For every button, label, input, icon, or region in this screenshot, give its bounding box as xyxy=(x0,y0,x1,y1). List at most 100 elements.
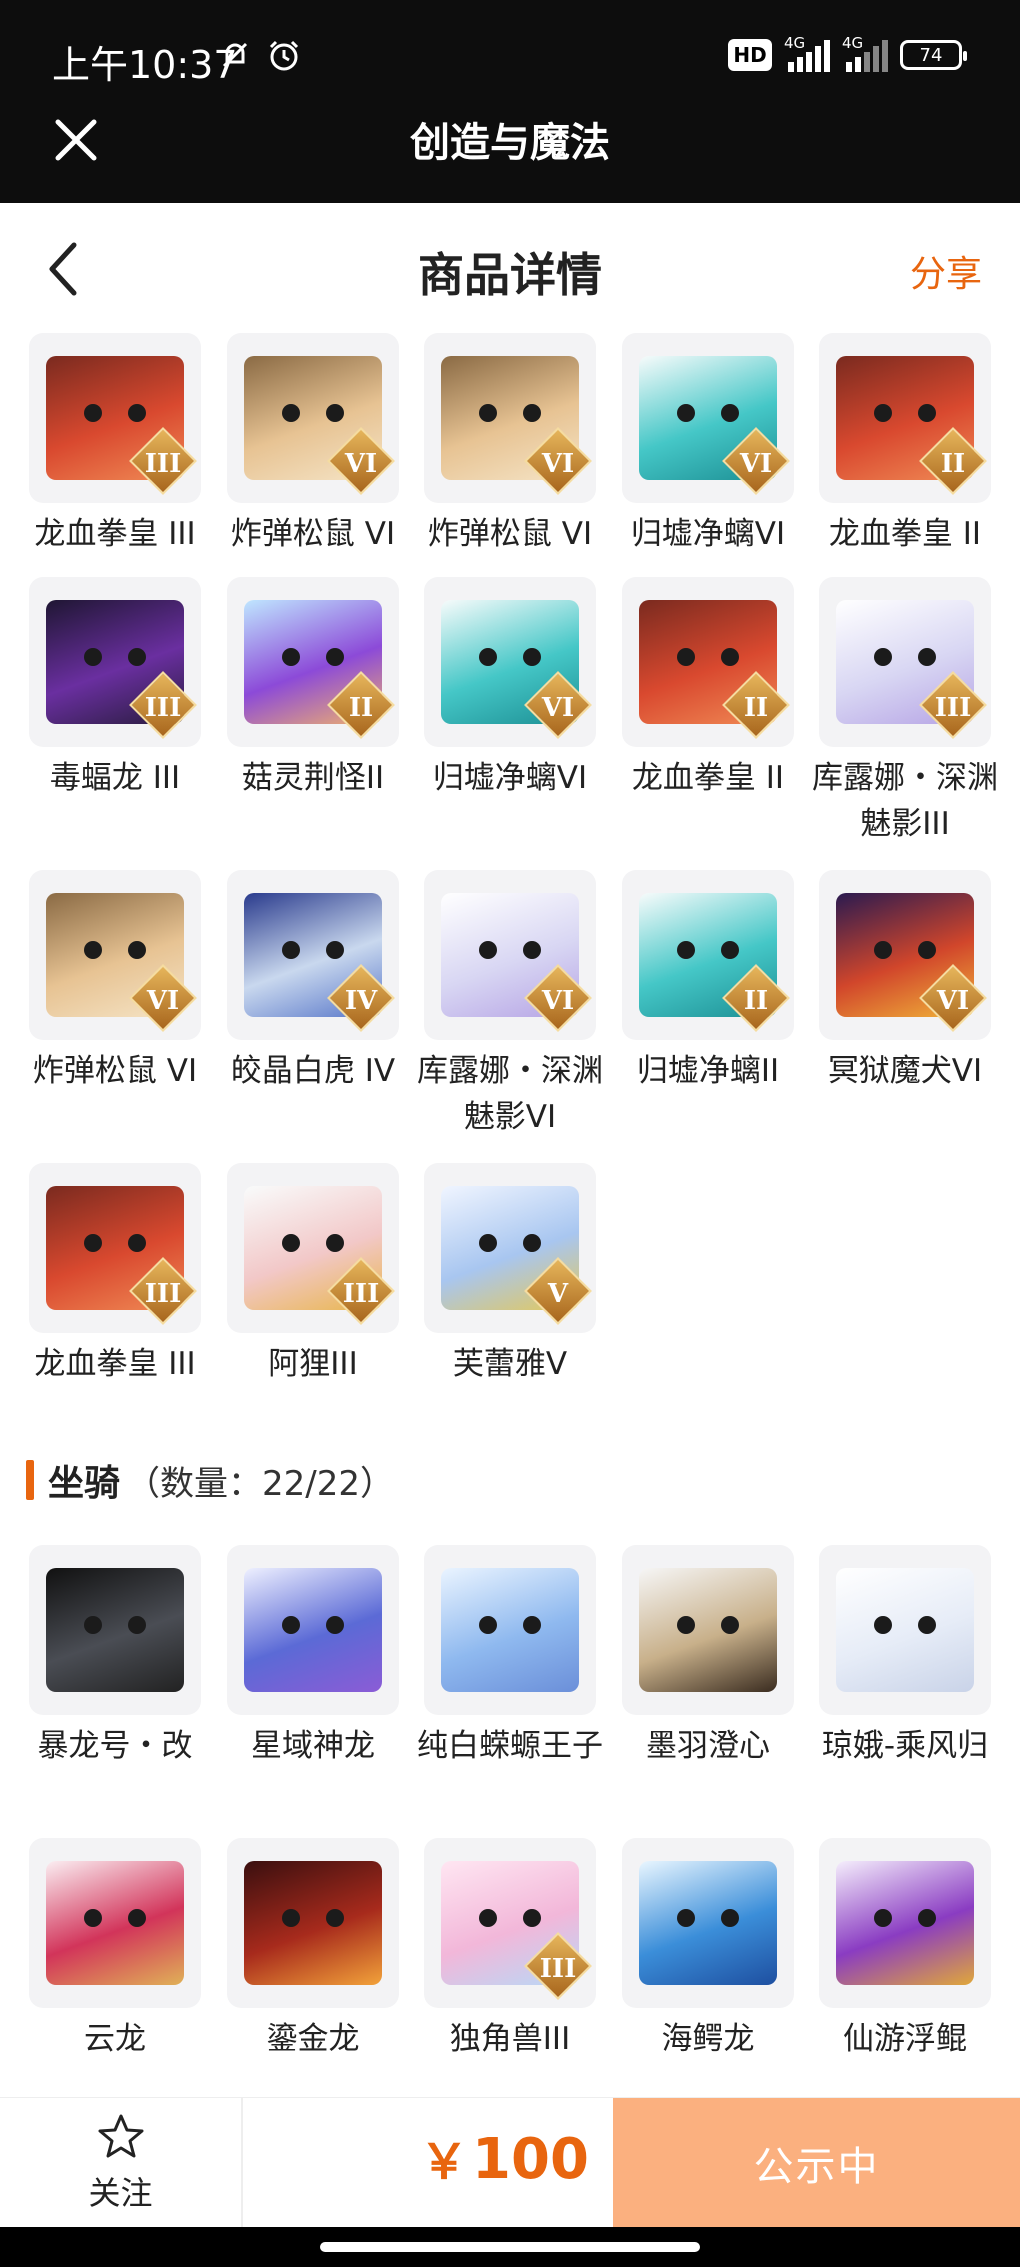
pet-name: 皎晶白虎 IV xyxy=(230,1053,396,1089)
pet-item[interactable]: VI 归墟净螭VI xyxy=(609,333,807,557)
bottom-bar: 关注 ￥ 100 公示中 xyxy=(0,2097,1020,2228)
tier-label: III xyxy=(934,693,972,723)
pet-thumbnail: II xyxy=(622,870,794,1040)
mount-thumbnail xyxy=(622,1545,794,1715)
status-button[interactable]: 公示中 xyxy=(613,2098,1020,2228)
mount-item[interactable]: 纯白蝾螈王子 xyxy=(411,1545,609,1769)
mount-thumbnail xyxy=(29,1545,201,1715)
pet-thumbnail: II xyxy=(819,333,991,503)
pet-thumbnail: VI xyxy=(819,870,991,1040)
mount-image xyxy=(244,1861,382,1985)
mount-item[interactable]: 海鳄龙 xyxy=(609,1838,807,2062)
star-icon xyxy=(98,2114,144,2158)
page-header: 商品详情 分享 xyxy=(0,203,1020,333)
tier-label: VI xyxy=(739,449,773,479)
mount-thumbnail xyxy=(29,1838,201,2008)
mount-image xyxy=(836,1568,974,1692)
status-time: 上午10:37 xyxy=(52,43,238,87)
mount-name: 琼娥-乘风归 xyxy=(821,1728,989,1764)
mount-name: 独角兽III xyxy=(449,2021,571,2057)
mount-name: 星域神龙 xyxy=(251,1728,375,1764)
tier-label: V xyxy=(547,1279,569,1309)
pet-name: 菇灵荆怪II xyxy=(241,760,385,796)
pet-name: 冥狱魔犬VI xyxy=(827,1053,983,1089)
section-title: 坐骑 xyxy=(48,1463,121,1504)
pet-name: 龙血拳皇 II xyxy=(828,516,982,552)
mount-name: 墨羽澄心 xyxy=(646,1728,770,1764)
pet-thumbnail: VI xyxy=(622,333,794,503)
pet-item[interactable]: II 菇灵荆怪II xyxy=(214,577,412,801)
battery-icon: 74 xyxy=(900,40,967,70)
pet-thumbnail: VI xyxy=(29,870,201,1040)
pet-name: 龙血拳皇 II xyxy=(631,760,785,796)
mounts-section-header: 坐骑 （数量：22/22） xyxy=(26,1452,394,1508)
navigation-bar xyxy=(0,2227,1020,2267)
pet-item[interactable]: IV 皎晶白虎 IV xyxy=(214,870,412,1094)
pet-item[interactable]: III 龙血拳皇 III xyxy=(16,1163,214,1387)
pet-item[interactable]: VI 炸弹松鼠 VI xyxy=(214,333,412,557)
mount-image xyxy=(46,1861,184,1985)
mount-name: 鎏金龙 xyxy=(266,2021,360,2057)
pet-item[interactable]: VI 炸弹松鼠 VI xyxy=(16,870,214,1094)
tier-label: VI xyxy=(146,986,180,1016)
screen: 上午10:37 HD 4G 4G 74 创造与魔法 商品详情 分享 III 龙血… xyxy=(0,0,1020,2267)
home-indicator[interactable] xyxy=(320,2242,700,2252)
mount-item[interactable]: 鎏金龙 xyxy=(214,1838,412,2062)
pet-item[interactable]: II 归墟净螭II xyxy=(609,870,807,1094)
tier-label: III xyxy=(342,1279,380,1309)
mount-thumbnail xyxy=(622,1838,794,2008)
mount-name: 云龙 xyxy=(84,2021,146,2057)
pet-item[interactable]: VI 库露娜・深渊魅影VI xyxy=(411,870,609,1140)
network-type-2: 4G xyxy=(842,34,864,52)
tier-label: II xyxy=(743,986,769,1016)
pet-item[interactable]: VI 炸弹松鼠 VI xyxy=(411,333,609,557)
pet-thumbnail: III xyxy=(819,577,991,747)
tier-label: VI xyxy=(344,449,378,479)
currency-symbol: ￥ xyxy=(420,2134,469,2190)
tier-label: II xyxy=(743,693,769,723)
pet-item[interactable]: II 龙血拳皇 II xyxy=(609,577,807,801)
mount-item[interactable]: 星域神龙 xyxy=(214,1545,412,1769)
pet-item[interactable]: III 毒蝠龙 III xyxy=(16,577,214,801)
status-bar: 上午10:37 HD 4G 4G 74 xyxy=(0,0,1020,115)
pet-item[interactable]: VI 冥狱魔犬VI xyxy=(806,870,1004,1094)
battery-level: 74 xyxy=(919,44,943,66)
hd-icon: HD xyxy=(728,39,772,71)
pet-name: 炸弹松鼠 VI xyxy=(427,516,593,552)
pet-item[interactable]: III 龙血拳皇 III xyxy=(16,333,214,557)
pet-thumbnail: II xyxy=(227,577,399,747)
tier-label: VI xyxy=(541,986,575,1016)
signal-icon-2: 4G xyxy=(842,34,888,72)
pet-thumbnail: III xyxy=(227,1163,399,1333)
follow-button[interactable]: 关注 xyxy=(0,2098,243,2228)
signal-icon: 4G xyxy=(784,34,830,72)
price-value: 100 xyxy=(472,2127,589,2192)
share-button[interactable]: 分享 xyxy=(910,245,982,297)
pet-item[interactable]: II 龙血拳皇 II xyxy=(806,333,1004,557)
mount-item[interactable]: 云龙 xyxy=(16,1838,214,2062)
mount-item[interactable]: 仙游浮鲲 xyxy=(806,1838,1004,2062)
pet-item[interactable]: III 阿狸III xyxy=(214,1163,412,1387)
mount-thumbnail xyxy=(227,1838,399,2008)
pet-thumbnail: IV xyxy=(227,870,399,1040)
tier-label: VI xyxy=(541,693,575,723)
pet-thumbnail: VI xyxy=(424,333,596,503)
alarm-icon xyxy=(269,40,299,71)
pet-thumbnail: II xyxy=(622,577,794,747)
mount-name: 仙游浮鲲 xyxy=(843,2021,967,2057)
price: ￥ 100 xyxy=(420,2122,589,2192)
pet-name: 归墟净螭II xyxy=(636,1053,780,1089)
mount-item[interactable]: 琼娥-乘风归 xyxy=(806,1545,1004,1769)
pet-thumbnail: III xyxy=(29,333,201,503)
page-title: 商品详情 xyxy=(418,248,602,302)
pet-item[interactable]: V 芙蕾雅V xyxy=(411,1163,609,1387)
mount-image xyxy=(46,1568,184,1692)
pet-name: 炸弹松鼠 VI xyxy=(230,516,396,552)
mount-item[interactable]: III 独角兽III xyxy=(411,1838,609,2062)
mount-image xyxy=(836,1861,974,1985)
mount-item[interactable]: 墨羽澄心 xyxy=(609,1545,807,1769)
pet-item[interactable]: III 库露娜・深渊魅影III xyxy=(806,577,1004,847)
pet-item[interactable]: VI 归墟净螭VI xyxy=(411,577,609,801)
mount-item[interactable]: 暴龙号・改 xyxy=(16,1545,214,1769)
pet-thumbnail: VI xyxy=(227,333,399,503)
